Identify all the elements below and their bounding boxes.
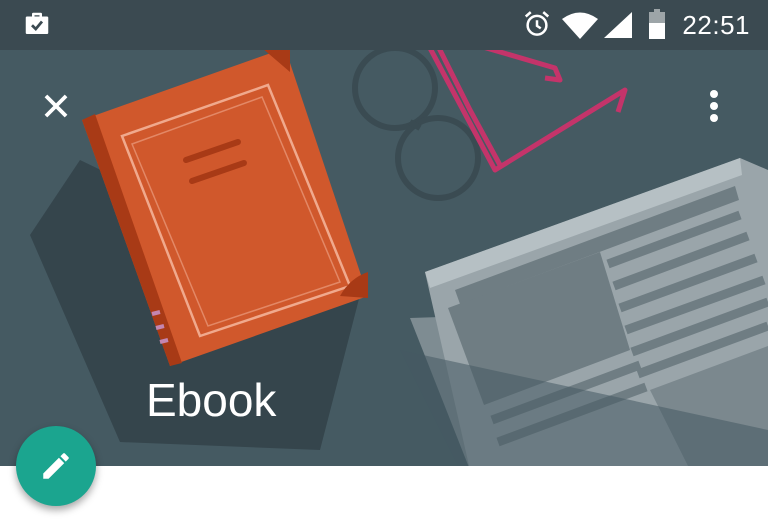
status-time: 22:51 — [682, 10, 750, 40]
battery-icon — [649, 9, 665, 39]
briefcase-check-icon — [25, 12, 49, 34]
edit-fab[interactable] — [16, 426, 96, 506]
close-icon — [44, 94, 68, 118]
more-options-button[interactable] — [690, 82, 738, 130]
more-vert-icon — [710, 90, 718, 122]
glasses-icon — [352, 50, 628, 201]
header-illustration — [30, 50, 768, 466]
status-bar: 22:51 — [0, 0, 768, 50]
pencil-icon — [43, 453, 69, 479]
alarm-icon — [524, 11, 550, 36]
content-area — [0, 466, 768, 532]
newspaper-icon — [400, 158, 768, 466]
page-title: Ebook — [146, 374, 277, 426]
close-button[interactable] — [32, 82, 80, 130]
signal-icon — [604, 12, 632, 38]
wifi-icon — [562, 12, 598, 39]
header-banner: Ebook — [0, 50, 768, 466]
